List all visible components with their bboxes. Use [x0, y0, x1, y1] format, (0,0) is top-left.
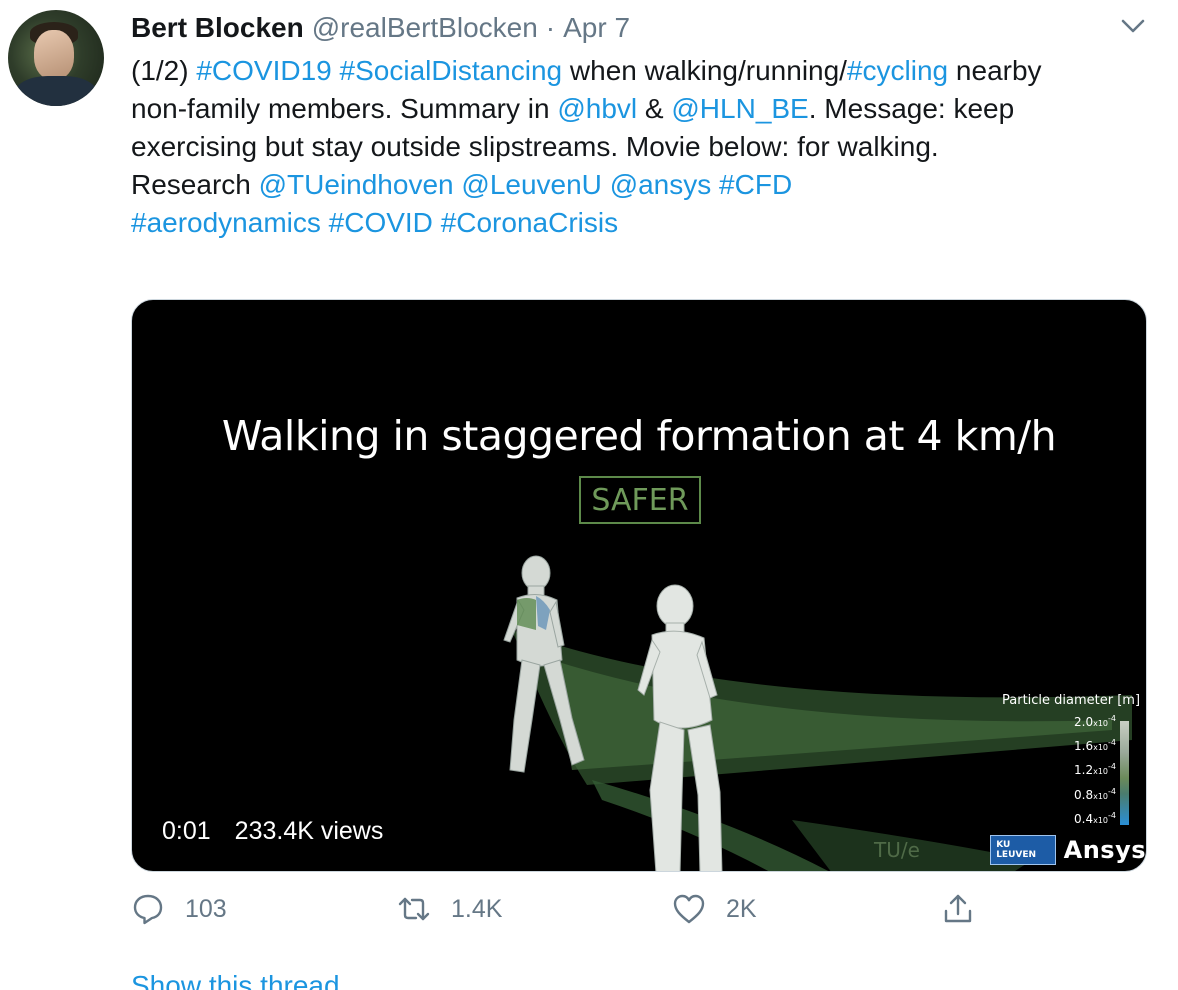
tweet-text-segment: nearby [948, 55, 1042, 86]
tweet-text-line: #aerodynamics #COVID #CoronaCrisis [131, 204, 1141, 242]
ansys-logo: Ansys [1063, 836, 1146, 864]
legend-tick: 1.6x10-4 [1074, 738, 1116, 753]
reply-icon [133, 894, 163, 925]
like-count: 2K [726, 894, 757, 923]
tweet-text-segment: when walking/running/ [562, 55, 847, 86]
safer-badge: SAFER [579, 476, 701, 524]
hashtag-link[interactable]: #CFD [719, 169, 792, 200]
avatar[interactable] [8, 10, 104, 106]
retweet-count: 1.4K [451, 894, 503, 923]
avatar-face [34, 30, 74, 80]
tweet-actions: 103 1.4K 2K [131, 892, 1147, 930]
author-name[interactable]: Bert Blocken [131, 12, 304, 44]
like-button[interactable]: 2K [672, 892, 757, 926]
tweet-header: Bert Blocken @realBertBlocken · Apr 7 [131, 9, 630, 47]
tweet-text-line: non-family members. Summary in @hbvl & @… [131, 90, 1141, 128]
video-title: Walking in staggered formation at 4 km/h [221, 412, 1057, 460]
reply-button[interactable]: 103 [131, 892, 227, 926]
cfd-simulation-frame [503, 555, 1132, 871]
video-player[interactable]: Walking in staggered formation at 4 km/h… [131, 299, 1147, 872]
video-views: 233.4K views [234, 817, 384, 845]
tweet-text-segment: Research [131, 169, 259, 200]
video-logos: TU/e KU LEUVEN Ansys [874, 835, 1146, 865]
video-stats: 0:01 233.4K views [162, 817, 383, 846]
hashtag-link[interactable]: #SocialDistancing [340, 55, 563, 86]
tweet-text-segment: . Message: keep [808, 93, 1015, 124]
like-icon [673, 894, 705, 924]
tweet-text-line: exercising but stay outside slipstreams.… [131, 128, 1141, 166]
legend-tick: 2.0x10-4 [1074, 714, 1116, 729]
tweet-text-segment: (1/2) [131, 55, 197, 86]
separator-dot: · [545, 12, 556, 43]
tue-logo: TU/e [874, 838, 920, 862]
mention-link[interactable]: @hbvl [557, 93, 637, 124]
share-icon [944, 894, 972, 923]
tweet-text-segment: exercising but stay outside slipstreams.… [131, 131, 939, 162]
tweet-text-segment [332, 55, 340, 86]
reply-count: 103 [185, 894, 227, 923]
hashtag-link[interactable]: #CoronaCrisis [441, 207, 618, 238]
show-thread-link[interactable]: Show this thread [131, 970, 340, 990]
video-time: 0:01 [162, 817, 211, 845]
tweet-text-segment [711, 169, 719, 200]
tweet-text: (1/2) #COVID19 #SocialDistancing when wa… [131, 52, 1141, 242]
legend-tick: 0.4x10-4 [1074, 811, 1116, 826]
legend-color-bar [1120, 721, 1129, 825]
kuleuven-logo: KU LEUVEN [990, 835, 1056, 865]
legend-tick: 0.8x10-4 [1074, 787, 1116, 802]
mention-link[interactable]: @LeuvenU [461, 169, 602, 200]
tweet-text-segment: & [637, 93, 672, 124]
tweet-text-segment [321, 207, 329, 238]
tweet-date[interactable]: Apr 7 [563, 12, 630, 44]
tweet-text-segment [433, 207, 441, 238]
tweet-text-segment: non-family members. Summary in [131, 93, 558, 124]
hashtag-link[interactable]: #cycling [847, 55, 948, 86]
legend-tick: 1.2x10-4 [1074, 762, 1116, 777]
avatar-shoulders [14, 76, 98, 106]
author-handle[interactable]: @realBertBlocken [312, 12, 538, 44]
hashtag-link[interactable]: #COVID19 [196, 55, 331, 86]
retweet-icon [398, 897, 430, 921]
legend-title: Particle diameter [m] [1002, 693, 1141, 708]
mention-link[interactable]: @HLN_BE [671, 93, 808, 124]
tweet-text-line: Research @TUeindhoven @LeuvenU @ansys #C… [131, 166, 1141, 204]
tue-logo-subtext [928, 841, 982, 859]
caret-down-icon[interactable] [1118, 12, 1148, 40]
tweet-text-segment [602, 169, 610, 200]
retweet-button[interactable]: 1.4K [397, 892, 502, 926]
hashtag-link[interactable]: #aerodynamics [131, 207, 321, 238]
mention-link[interactable]: @ansys [610, 169, 712, 200]
hashtag-link[interactable]: #COVID [329, 207, 433, 238]
mention-link[interactable]: @TUeindhoven [259, 169, 454, 200]
share-button[interactable] [941, 892, 975, 926]
tweet-text-line: (1/2) #COVID19 #SocialDistancing when wa… [131, 52, 1141, 90]
